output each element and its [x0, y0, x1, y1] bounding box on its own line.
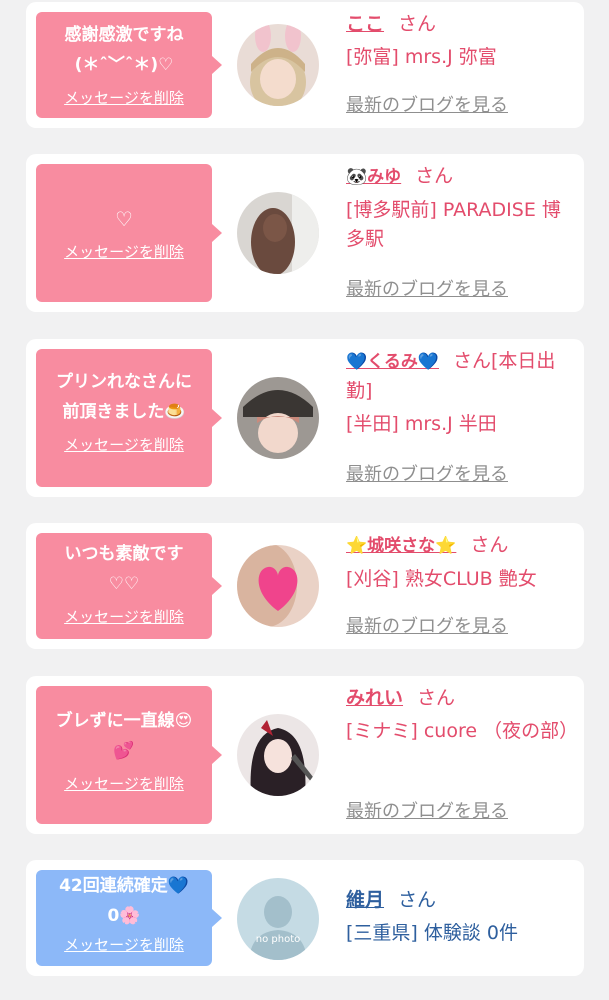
shop-label: [三重県] 体験談 0件 [346, 922, 518, 944]
message-card: プリンれなさんに前頂きました🍮 メッセージを削除 💙くるみ💙 さん[本日出勤] [… [26, 339, 584, 497]
message-text: 感謝感激ですね (＊ˆ﹀ˆ＊)♡ [64, 25, 184, 75]
delete-message-link[interactable]: メッセージを削除 [44, 774, 204, 794]
avatar-caption: no photo [256, 934, 300, 945]
message-bubble: ♡ メッセージを削除 [36, 164, 222, 302]
delete-message-link[interactable]: メッセージを削除 [44, 435, 204, 455]
girl-info: みれい さん [ミナミ] cuore （夜の部） [346, 684, 579, 746]
message-text: 42回連続確定💙 0🌸 [59, 876, 189, 926]
name-suffix: さん [470, 534, 509, 556]
shop-label: [博多駅前] PARADISE 博多駅 [346, 199, 561, 250]
latest-blog-link[interactable]: 最新のブログを見る [346, 797, 508, 823]
avatar[interactable] [237, 24, 319, 106]
delete-message-link[interactable]: メッセージを削除 [44, 88, 204, 108]
message-bubble: いつも素敵です ♡♡ メッセージを削除 [36, 533, 222, 639]
shop-label: [弥富] mrs.J 弥富 [346, 46, 497, 68]
delete-message-link[interactable]: メッセージを削除 [44, 242, 204, 262]
avatar[interactable] [237, 545, 319, 627]
message-text: プリンれなさんに前頂きました🍮 [56, 372, 192, 422]
name-suffix: さん [417, 687, 456, 709]
girl-info: ここ さん [弥富] mrs.J 弥富 [346, 10, 576, 72]
message-bubble: 42回連続確定💙 0🌸 メッセージを削除 [36, 870, 222, 966]
girl-info: 維月 さん [三重県] 体験談 0件 [346, 886, 576, 948]
latest-blog-link[interactable]: 最新のブログを見る [346, 275, 508, 301]
message-card: ブレずに一直線😍 💕 メッセージを削除 みれい さん [ミナミ] cuore （夜… [26, 676, 584, 834]
shop-label: [刈谷] 熟女CLUB 艶女 [346, 568, 537, 590]
girl-name-link[interactable]: 🐼みゆ [346, 167, 401, 187]
message-bubble: プリンれなさんに前頂きました🍮 メッセージを削除 [36, 349, 222, 487]
girl-name-link[interactable]: ⭐城咲さな⭐ [346, 536, 456, 556]
avatar[interactable] [237, 714, 319, 796]
latest-blog-link[interactable]: 最新のブログを見る [346, 612, 508, 638]
shop-label: [半田] mrs.J 半田 [346, 413, 497, 435]
avatar[interactable] [237, 192, 319, 274]
latest-blog-link[interactable]: 最新のブログを見る [346, 91, 508, 117]
name-suffix: さん [398, 889, 437, 911]
avatar[interactable] [237, 377, 319, 459]
girl-info: 💙くるみ💙 さん[本日出勤] [半田] mrs.J 半田 [346, 347, 576, 439]
girl-name-link[interactable]: 💙くるみ💙 [346, 352, 439, 372]
latest-blog-link[interactable]: 最新のブログを見る [346, 460, 508, 486]
message-card: 感謝感激ですね (＊ˆ﹀ˆ＊)♡ メッセージを削除 ここ さん [弥富] mrs.… [26, 2, 584, 128]
delete-message-link[interactable]: メッセージを削除 [44, 607, 204, 627]
name-suffix: さん [398, 13, 437, 35]
girl-name-link[interactable]: ここ [346, 13, 384, 35]
shop-label: [ミナミ] cuore （夜の部） [346, 720, 579, 742]
girl-name-link[interactable]: みれい [346, 687, 403, 709]
message-card: ♡ メッセージを削除 🐼みゆ さん [博多駅前] PARADISE 博多駅 最新の… [26, 154, 584, 312]
message-bubble: 感謝感激ですね (＊ˆ﹀ˆ＊)♡ メッセージを削除 [36, 12, 222, 118]
name-suffix: さん [415, 165, 454, 187]
message-card: いつも素敵です ♡♡ メッセージを削除 ⭐城咲さな⭐ さん [刈谷] 熟女CLUB… [26, 523, 584, 649]
girl-name-link[interactable]: 維月 [346, 889, 384, 911]
message-text: いつも素敵です ♡♡ [64, 544, 184, 594]
message-text: ブレずに一直線😍 💕 [55, 711, 193, 761]
message-text: ♡ [115, 207, 133, 231]
delete-message-link[interactable]: メッセージを削除 [44, 935, 204, 955]
girl-info: 🐼みゆ さん [博多駅前] PARADISE 博多駅 [346, 162, 576, 254]
avatar[interactable]: no photo [237, 878, 319, 960]
message-bubble: ブレずに一直線😍 💕 メッセージを削除 [36, 686, 222, 824]
message-card: 42回連続確定💙 0🌸 メッセージを削除 no photo 維月 さん [三重県]… [26, 860, 584, 976]
girl-info: ⭐城咲さな⭐ さん [刈谷] 熟女CLUB 艶女 [346, 531, 576, 594]
